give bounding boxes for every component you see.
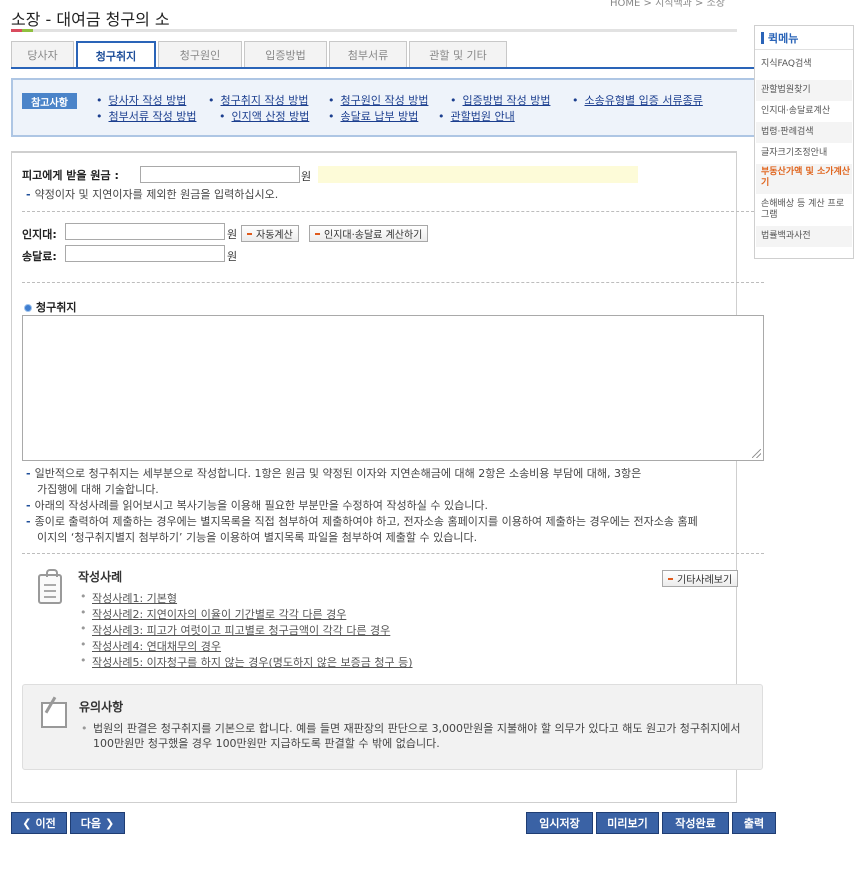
- tab-attachments[interactable]: 첨부서류: [329, 41, 407, 68]
- notice-link-stamp[interactable]: 인지액 산정 방법: [219, 108, 310, 124]
- example-link-5[interactable]: 작성사례5: 이자청구를 하지 않는 경우(명도하지 않은 보증금 청구 등): [80, 654, 412, 670]
- delivery-unit: 원: [227, 250, 238, 263]
- principal-note-text: 약정이자 및 지연이자를 제외한 원금을 입력하십시오.: [34, 188, 279, 201]
- stamp-label: 인지대:: [22, 228, 57, 241]
- examples-title: 작성사례: [78, 570, 123, 584]
- notice-link-party[interactable]: 당사자 작성 방법: [96, 92, 187, 108]
- next-button[interactable]: 다음 ❯: [70, 812, 125, 834]
- input-highlight: [318, 166, 638, 183]
- delivery-input[interactable]: [65, 245, 225, 262]
- claim-note: - 종이로 출력하여 제출하는 경우에는 별지목록을 직접 첨부하여 제출하여야 …: [26, 515, 698, 528]
- tab-underline: [11, 67, 764, 69]
- quick-item-font[interactable]: 글자크기조정안내: [756, 143, 852, 164]
- notice-link-court[interactable]: 관할법원 안내: [438, 108, 515, 124]
- bullet-icon: [247, 232, 252, 235]
- prev-label: 이전: [35, 817, 56, 830]
- principal-unit: 원: [301, 170, 312, 183]
- claim-note-text: 아래의 작성사례를 읽어보시고 복사기능을 이용해 필요한 부분만을 수정하여 …: [34, 499, 488, 512]
- stamp-input[interactable]: [65, 223, 225, 240]
- example-link-2[interactable]: 작성사례2: 지연이자의 이율이 기간별로 각각 다른 경우: [80, 606, 346, 622]
- bullet-icon: [315, 232, 320, 235]
- quick-item-faq[interactable]: 지식FAQ검색: [756, 59, 852, 70]
- page-title: 소장 - 대여금 청구의 소: [11, 10, 170, 29]
- notice-link-claim-cause[interactable]: 청구원인 작성 방법: [328, 92, 429, 108]
- notice-box: 참고사항 당사자 작성 방법 청구취지 작성 방법 청구원인 작성 방법 입증방…: [11, 78, 764, 137]
- caution-title: 유의사항: [79, 700, 124, 714]
- clipboard-icon: [38, 569, 62, 604]
- quick-item-stamp[interactable]: 인지대·송달료계산: [756, 101, 852, 122]
- tab-claim-purpose[interactable]: 청구취지: [76, 41, 156, 69]
- principal-input[interactable]: [140, 166, 300, 183]
- quick-menu-bar-icon: [761, 31, 764, 44]
- divider: [22, 211, 764, 212]
- claim-textarea[interactable]: [22, 315, 764, 461]
- prev-button[interactable]: ❮ 이전: [11, 812, 67, 834]
- chevron-left-icon: ❮: [22, 816, 32, 830]
- claim-note: 이지의 ‘청구취지별지 첨부하기’ 기능을 이용하여 별지목록 파일을 첨부하여…: [37, 531, 478, 544]
- quick-item-law[interactable]: 법령·판례검색: [756, 122, 852, 143]
- caution-box: 유의사항 법원의 판결은 청구취지를 기본으로 합니다. 예를 들면 재판장의 …: [22, 684, 763, 770]
- example-link-1[interactable]: 작성사례1: 기본형: [80, 590, 177, 606]
- claim-note-text: 종이로 출력하여 제출하는 경우에는 별지목록을 직접 첨부하여 제출하여야 하…: [34, 515, 698, 528]
- tab-evidence[interactable]: 입증방법: [244, 41, 327, 68]
- quick-item-damages[interactable]: 손해배상 등 계산 프로그램: [756, 196, 852, 226]
- quick-menu: 퀵메뉴 지식FAQ검색 관할법원찾기 인지대·송달료계산 법령·판례검색 글자크…: [754, 25, 854, 259]
- principal-label: 피고에게 받을 원금 :: [22, 169, 119, 182]
- example-link-4[interactable]: 작성사례4: 연대채무의 경우: [80, 638, 221, 654]
- auto-calc-button[interactable]: 자동계산: [241, 225, 299, 242]
- title-accent: [11, 29, 33, 32]
- delivery-label: 송달료:: [22, 250, 57, 263]
- divider: [22, 553, 764, 554]
- print-button[interactable]: 출력: [732, 812, 776, 834]
- notice-link-delivery[interactable]: 송달료 납부 방법: [328, 108, 419, 124]
- claim-note-text: 일반적으로 청구취지는 세부분으로 작성합니다. 1항은 원금 및 약정된 이자…: [34, 467, 642, 480]
- bullet-icon: [668, 577, 673, 580]
- tab-claim-cause[interactable]: 청구원인: [158, 41, 242, 68]
- principal-note: - 약정이자 및 지연이자를 제외한 원금을 입력하십시오.: [26, 188, 279, 201]
- auto-calc-label: 자동계산: [256, 230, 293, 241]
- resize-handle-icon[interactable]: [752, 449, 761, 458]
- quick-item-encyclopedia[interactable]: 법률백과사전: [756, 226, 852, 247]
- quick-item-court[interactable]: 관할법원찾기: [756, 80, 852, 101]
- claim-section-title: 청구취지: [24, 299, 76, 315]
- breadcrumb: HOME > 지식백과 > 소장: [610, 0, 726, 9]
- section-bullet-icon: [24, 304, 32, 312]
- preview-button[interactable]: 미리보기: [596, 812, 659, 834]
- claim-note: - 아래의 작성사례를 읽어보시고 복사기능을 이용해 필요한 부분만을 수정하여…: [26, 499, 488, 512]
- next-label: 다음: [80, 817, 102, 830]
- divider: [22, 282, 764, 283]
- title-underline: [11, 29, 737, 32]
- notice-link-attachments[interactable]: 첨부서류 작성 방법: [96, 108, 197, 124]
- tab-bar: 당사자 청구취지 청구원인 입증방법 첨부서류 관할 및 기타: [11, 41, 509, 69]
- more-examples-button[interactable]: 기타사례보기: [662, 570, 739, 587]
- pencil-note-icon: [41, 702, 67, 728]
- notice-link-claim-purpose[interactable]: 청구취지 작성 방법: [208, 92, 309, 108]
- claim-note: - 일반적으로 청구취지는 세부분으로 작성합니다. 1항은 원금 및 약정된 이…: [26, 467, 642, 480]
- quick-menu-header: 퀵메뉴: [755, 26, 853, 50]
- complete-button[interactable]: 작성완료: [662, 812, 729, 834]
- stamp-calc-button[interactable]: 인지대·송달료 계산하기: [309, 225, 429, 242]
- notice-badge: 참고사항: [22, 93, 77, 109]
- example-link-3[interactable]: 작성사례3: 피고가 여럿이고 피고별로 청구금액이 각각 다른 경우: [80, 622, 390, 638]
- notice-link-evidence[interactable]: 입증방법 작성 방법: [450, 92, 551, 108]
- tab-party[interactable]: 당사자: [11, 41, 74, 68]
- tab-jurisdiction[interactable]: 관할 및 기타: [409, 41, 507, 68]
- stamp-unit: 원: [227, 228, 238, 241]
- claim-section-title-text: 청구취지: [36, 301, 77, 314]
- claim-note: 가집행에 대해 기술합니다.: [37, 483, 159, 496]
- stamp-calc-label: 인지대·송달료 계산하기: [324, 230, 423, 241]
- chevron-right-icon: ❯: [105, 816, 115, 830]
- temp-save-button[interactable]: 임시저장: [526, 812, 593, 834]
- quick-item-realestate[interactable]: 부동산가액 및 소가계산기: [756, 164, 852, 194]
- quick-menu-title: 퀵메뉴: [768, 31, 799, 45]
- more-examples-label: 기타사례보기: [677, 575, 733, 586]
- caution-text: 법원의 판결은 청구취지를 기본으로 합니다. 예를 들면 재판장의 판단으로 …: [81, 721, 753, 751]
- notice-link-evidence-types[interactable]: 소송유형별 입증 서류종류: [572, 92, 703, 108]
